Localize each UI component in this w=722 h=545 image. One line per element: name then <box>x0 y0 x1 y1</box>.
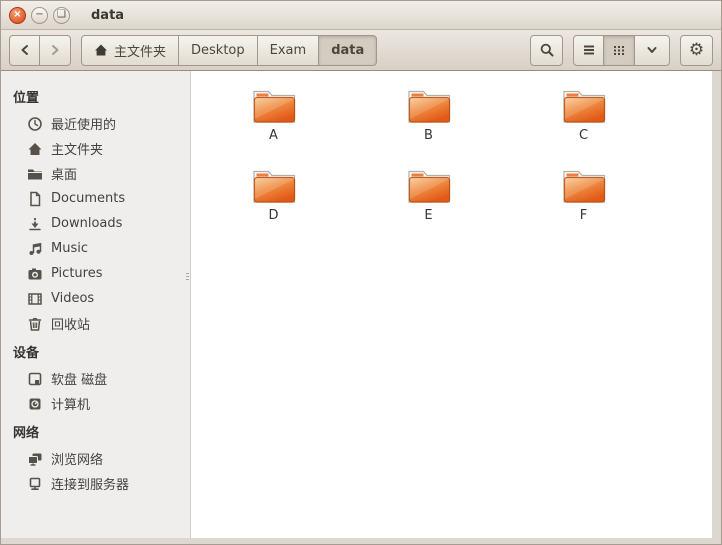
breadcrumb-label: 主文件夹 <box>114 41 166 60</box>
folder-item-b[interactable]: B <box>351 86 506 166</box>
sidebar-item-label: 计算机 <box>51 394 90 413</box>
home-icon <box>94 43 108 57</box>
sidebar-item-desktop[interactable]: 桌面 <box>1 161 190 186</box>
titlebar: × − ❑ data <box>1 1 721 30</box>
view-button-group <box>573 35 670 66</box>
film-icon <box>27 291 43 307</box>
download-icon <box>27 216 43 232</box>
folder-icon <box>560 166 608 206</box>
folder-label: C <box>579 128 588 143</box>
desktop-folder-icon <box>27 166 43 182</box>
breadcrumb: 主文件夹 Desktop Exam data <box>81 35 377 66</box>
sidebar-item-label: Downloads <box>51 216 122 231</box>
main-area: 位置 最近使用的 主文件夹 桌面 <box>1 71 712 538</box>
sidebar-item-home[interactable]: 主文件夹 <box>1 136 190 161</box>
folder-item-c[interactable]: C <box>506 86 661 166</box>
toolbar: 主文件夹 Desktop Exam data <box>1 30 721 71</box>
sidebar-item-label: 连接到服务器 <box>51 474 129 493</box>
file-view[interactable]: A B C D <box>191 71 712 538</box>
settings-button[interactable]: ⚙ <box>680 35 713 66</box>
view-options-button[interactable] <box>635 35 670 66</box>
sidebar-section-devices: 设备 <box>1 336 190 366</box>
folder-icon <box>405 86 453 126</box>
grid-view-icon <box>612 43 626 57</box>
trash-icon <box>27 316 43 332</box>
sidebar-item-downloads[interactable]: Downloads <box>1 211 190 236</box>
sidebar-item-label: 最近使用的 <box>51 114 116 133</box>
server-icon <box>27 476 43 492</box>
breadcrumb-label: data <box>331 43 364 58</box>
clock-icon <box>27 116 43 132</box>
folder-item-e[interactable]: E <box>351 166 506 246</box>
search-button[interactable] <box>530 35 563 66</box>
sidebar-section-network: 网络 <box>1 416 190 446</box>
folder-icon <box>250 166 298 206</box>
sidebar-item-floppy[interactable]: 软盘 磁盘 <box>1 366 190 391</box>
sidebar-item-recent[interactable]: 最近使用的 <box>1 111 190 136</box>
chevron-left-icon <box>18 43 32 57</box>
sidebar-item-connect-server[interactable]: 连接到服务器 <box>1 471 190 496</box>
camera-icon <box>27 266 43 282</box>
list-view-button[interactable] <box>573 35 604 66</box>
folder-icon <box>560 86 608 126</box>
sidebar-section-places: 位置 <box>1 81 190 111</box>
sidebar-item-browse-network[interactable]: 浏览网络 <box>1 446 190 471</box>
sidebar-item-label: Pictures <box>51 266 102 281</box>
minimize-icon[interactable]: − <box>31 7 48 24</box>
folder-item-f[interactable]: F <box>506 166 661 246</box>
list-view-icon <box>582 43 596 57</box>
close-icon[interactable]: × <box>9 7 26 24</box>
folder-label: D <box>268 208 278 223</box>
sidebar-item-trash[interactable]: 回收站 <box>1 311 190 336</box>
sidebar-item-label: Music <box>51 241 88 256</box>
sidebar-item-label: Documents <box>51 191 125 206</box>
sidebar: 位置 最近使用的 主文件夹 桌面 <box>1 71 191 538</box>
folder-item-a[interactable]: A <box>196 86 351 166</box>
breadcrumb-label: Exam <box>270 43 307 58</box>
forward-button[interactable] <box>40 35 71 66</box>
sidebar-item-computer[interactable]: 计算机 <box>1 391 190 416</box>
breadcrumb-data-current[interactable]: data <box>319 35 377 66</box>
pane-resize-handle[interactable] <box>186 271 189 282</box>
sidebar-item-label: Videos <box>51 291 94 306</box>
sidebar-item-music[interactable]: Music <box>1 236 190 261</box>
sidebar-item-videos[interactable]: Videos <box>1 286 190 311</box>
nav-button-group <box>9 35 71 66</box>
folder-icon <box>405 166 453 206</box>
folder-label: B <box>424 128 433 143</box>
sidebar-item-label: 桌面 <box>51 164 77 183</box>
chevron-right-icon <box>48 43 62 57</box>
gear-icon: ⚙ <box>689 40 704 60</box>
search-icon <box>539 42 555 58</box>
browse-network-icon <box>27 451 43 467</box>
document-icon <box>27 191 43 207</box>
computer-icon <box>27 396 43 412</box>
window-title: data <box>91 8 124 23</box>
sidebar-item-label: 浏览网络 <box>51 449 103 468</box>
home-icon <box>27 141 43 157</box>
folder-item-d[interactable]: D <box>196 166 351 246</box>
maximize-icon[interactable]: ❑ <box>53 7 70 24</box>
sidebar-item-label: 回收站 <box>51 314 90 333</box>
breadcrumb-desktop[interactable]: Desktop <box>179 35 258 66</box>
breadcrumb-label: Desktop <box>191 43 245 58</box>
grid-view-button[interactable] <box>604 35 635 66</box>
folder-grid: A B C D <box>191 71 712 246</box>
sidebar-item-label: 软盘 磁盘 <box>51 369 107 388</box>
breadcrumb-home[interactable]: 主文件夹 <box>81 35 179 66</box>
folder-label: E <box>424 208 432 223</box>
file-manager-window: × − ❑ data 主文件夹 <box>0 0 722 545</box>
sidebar-item-documents[interactable]: Documents <box>1 186 190 211</box>
sidebar-item-label: 主文件夹 <box>51 139 103 158</box>
sidebar-item-pictures[interactable]: Pictures <box>1 261 190 286</box>
floppy-icon <box>27 371 43 387</box>
music-icon <box>27 241 43 257</box>
folder-label: F <box>580 208 587 223</box>
folder-icon <box>250 86 298 126</box>
folder-label: A <box>269 128 278 143</box>
breadcrumb-exam[interactable]: Exam <box>258 35 320 66</box>
chevron-down-icon <box>645 43 659 57</box>
back-button[interactable] <box>9 35 40 66</box>
